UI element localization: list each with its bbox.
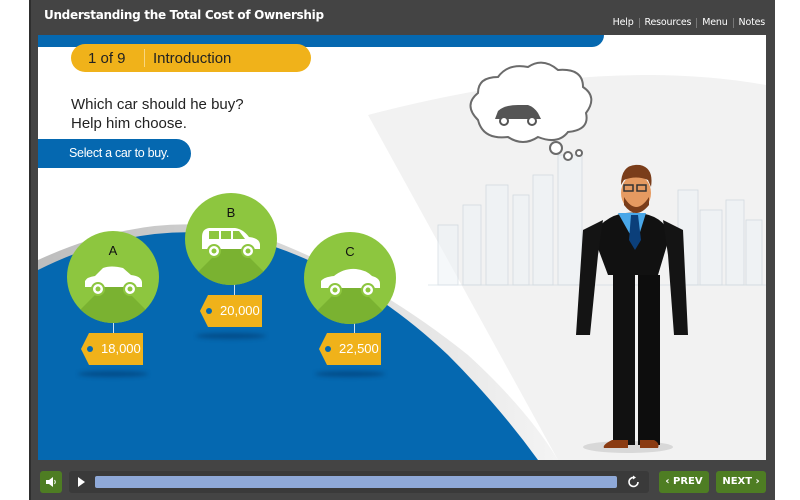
- price-tag-a: 18,000: [81, 333, 143, 365]
- seekbar[interactable]: [95, 476, 617, 488]
- link-divider: [732, 17, 734, 28]
- replay-icon[interactable]: [626, 474, 642, 490]
- coupe-car-icon: [321, 268, 380, 297]
- car-option-c[interactable]: C: [304, 232, 396, 324]
- car-letter: B: [226, 205, 236, 220]
- price-c: 22,500: [339, 341, 379, 356]
- question-text: Which car should he buy? Help him choose…: [71, 95, 244, 133]
- section-title: Introduction: [153, 49, 232, 67]
- prev-button[interactable]: ‹ PREV: [659, 471, 709, 493]
- car-option-a[interactable]: A: [67, 231, 159, 323]
- next-label: NEXT: [722, 476, 753, 487]
- player-controls: ‹ PREV NEXT ›: [38, 470, 766, 496]
- progress-pill: 1 of 9 Introduction: [71, 44, 311, 72]
- car-letter: C: [345, 244, 355, 259]
- price-tag-c: 22,500: [319, 333, 381, 365]
- top-links: Help Resources Menu Notes: [613, 17, 766, 28]
- chevron-right-icon: ›: [752, 476, 760, 487]
- car-option-b[interactable]: B: [185, 193, 277, 285]
- next-button[interactable]: NEXT ›: [716, 471, 766, 493]
- notes-link[interactable]: Notes: [739, 17, 766, 28]
- sedan-car-icon: [85, 266, 142, 296]
- tag-hole: [206, 308, 212, 314]
- tag-hole: [87, 346, 93, 352]
- link-divider: [638, 17, 640, 28]
- suv-car-icon: [202, 228, 260, 258]
- menu-link[interactable]: Menu: [702, 17, 727, 28]
- tag-hole: [325, 346, 331, 352]
- slide-stage: 1 of 9 Introduction Which car should he …: [38, 35, 766, 460]
- pill-divider: [144, 49, 145, 67]
- price-b: 20,000: [220, 303, 260, 318]
- audio-button[interactable]: [40, 471, 62, 493]
- course-player: Understanding the Total Cost of Ownershi…: [29, 0, 775, 500]
- question-line-2: Help him choose.: [71, 115, 187, 132]
- speaker-icon: [46, 477, 56, 487]
- link-divider: [696, 17, 698, 28]
- tag-shadow: [196, 333, 266, 339]
- play-icon[interactable]: [78, 477, 85, 487]
- help-link[interactable]: Help: [613, 17, 634, 28]
- question-line-1: Which car should he buy?: [71, 96, 244, 113]
- course-title: Understanding the Total Cost of Ownershi…: [44, 8, 324, 22]
- instruction-banner: Select a car to buy.: [38, 139, 191, 168]
- tag-shadow: [78, 371, 148, 377]
- slide-counter: 1 of 9: [88, 49, 126, 67]
- prev-label: PREV: [673, 476, 703, 487]
- price-a: 18,000: [101, 341, 141, 356]
- tag-shadow: [315, 371, 385, 377]
- resources-link[interactable]: Resources: [645, 17, 692, 28]
- price-tag-b: 20,000: [200, 295, 262, 327]
- seekbar-container: [69, 471, 649, 493]
- car-letter: A: [108, 243, 118, 258]
- chevron-left-icon: ‹: [665, 476, 673, 487]
